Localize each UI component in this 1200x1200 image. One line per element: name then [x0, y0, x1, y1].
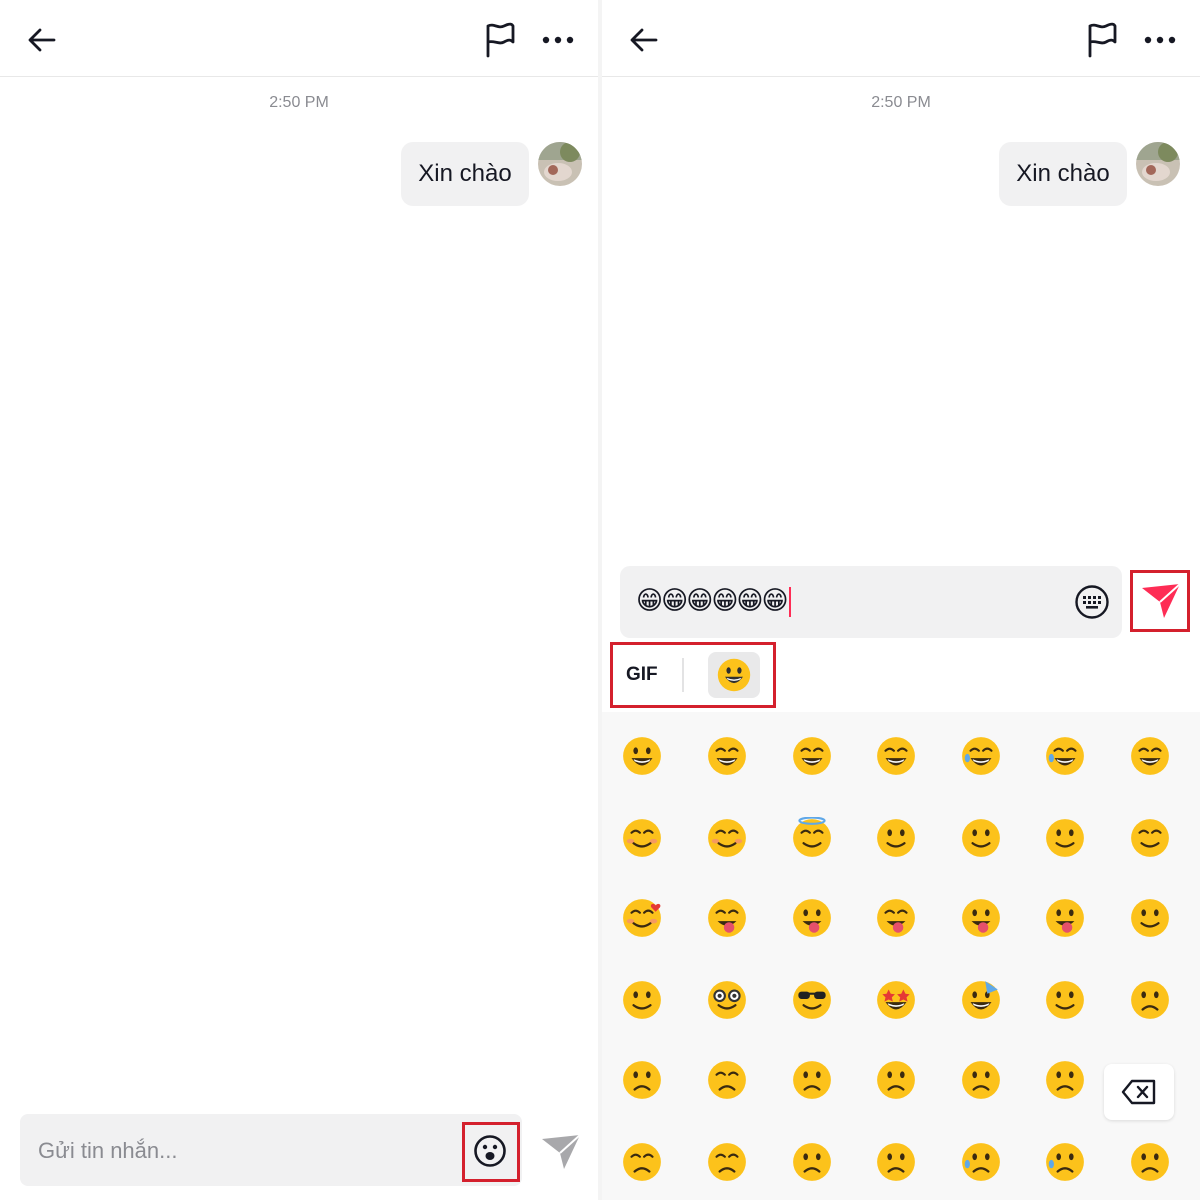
emoji-wink-tongue-icon[interactable] [951, 888, 1011, 948]
emoji-squint-tongue-icon[interactable] [866, 888, 926, 948]
message-input-placeholder: Gửi tin nhắn... [38, 1138, 178, 1163]
emoji-tongue-icon[interactable] [782, 888, 842, 948]
keyboard-icon [1075, 585, 1109, 619]
emoji-relaxed-icon[interactable] [612, 808, 672, 868]
flag-icon [486, 22, 515, 58]
emoji-sunglasses-icon[interactable] [782, 970, 842, 1030]
emoji-raised-eyebrow-icon[interactable] [1120, 888, 1180, 948]
emoji-pleading-icon[interactable] [866, 1132, 926, 1192]
emoji-confused-icon[interactable] [866, 1050, 926, 1110]
emoji-worried-icon[interactable] [782, 1050, 842, 1110]
emoji-smile-icon[interactable] [697, 726, 757, 786]
emoji-laughing-icon[interactable] [866, 726, 926, 786]
avatar[interactable] [538, 142, 582, 186]
more-button[interactable] [1138, 18, 1182, 62]
emoji-pensive-icon[interactable] [697, 1050, 757, 1110]
emoji-wink-icon[interactable] [1035, 808, 1095, 868]
emoji-relieved-icon[interactable] [1120, 808, 1180, 868]
emoji-triumph-icon[interactable] [1120, 1132, 1180, 1192]
report-button[interactable] [1080, 18, 1124, 62]
emoji-frowning-icon[interactable] [1035, 1050, 1095, 1110]
emoji-unamused-icon[interactable] [1120, 970, 1180, 1030]
emoji-picker [602, 712, 1200, 1200]
picker-tabs: GIF [610, 644, 774, 706]
tab-emoji[interactable] [708, 652, 760, 698]
back-arrow-icon [630, 28, 658, 52]
backspace-icon [1121, 1079, 1156, 1105]
more-button[interactable] [536, 18, 580, 62]
more-icon [1144, 36, 1176, 44]
report-button[interactable] [478, 18, 522, 62]
send-icon [542, 1134, 581, 1169]
emoji-slight-smile-icon[interactable] [866, 808, 926, 868]
send-button[interactable] [538, 1130, 584, 1174]
emoji-rofl-icon[interactable] [1120, 726, 1180, 786]
message-input-value: 😁😁😁😁😁😁 [636, 586, 791, 617]
emoji-star-struck-icon[interactable] [866, 970, 926, 1030]
emoji-tired-icon[interactable] [697, 1132, 757, 1192]
emoji-monocle-icon[interactable] [612, 970, 672, 1030]
message-timestamp: 2:50 PM [269, 94, 329, 111]
emoji-weary-icon[interactable] [782, 1132, 842, 1192]
flag-icon [1088, 22, 1117, 58]
emoji-smiling-hearts-icon[interactable] [612, 888, 672, 948]
message-timestamp: 2:50 PM [871, 94, 931, 111]
backspace-button[interactable] [1104, 1064, 1174, 1120]
back-arrow-icon [28, 28, 56, 52]
send-button[interactable] [1138, 578, 1184, 624]
emoji-disappointed-icon[interactable] [612, 1050, 672, 1110]
emoji-zany-icon[interactable] [1035, 888, 1095, 948]
more-icon [542, 36, 574, 44]
emoji-smirk-icon[interactable] [1035, 970, 1095, 1030]
tab-gif[interactable]: GIF [626, 664, 658, 686]
emoji-grin-icon[interactable] [782, 726, 842, 786]
emoji-upside-down-icon[interactable] [951, 808, 1011, 868]
emoji-nerd-icon[interactable] [697, 970, 757, 1030]
emoji-sob-icon[interactable] [1035, 1132, 1095, 1192]
emoji-toggle-button[interactable] [462, 1122, 518, 1180]
avatar[interactable] [1136, 142, 1180, 186]
emoji-grinning-icon[interactable] [612, 726, 672, 786]
text-caret [788, 586, 791, 617]
grinning-face-icon [717, 658, 751, 692]
emoji-yum-icon[interactable] [697, 888, 757, 948]
emoji-innocent-icon[interactable] [782, 808, 842, 868]
send-icon [1142, 583, 1181, 618]
back-button[interactable] [624, 20, 664, 60]
emoji-icon [474, 1135, 506, 1167]
chat-screen-right: 2:50 PM Xin chào 😁😁😁😁😁😁 GIF [602, 0, 1200, 1200]
emoji-joy-icon[interactable] [1035, 726, 1095, 786]
back-button[interactable] [22, 20, 62, 60]
top-bar [0, 0, 598, 77]
emoji-confounded-icon[interactable] [612, 1132, 672, 1192]
emoji-blush-icon[interactable] [697, 808, 757, 868]
emoji-slight-frown-icon[interactable] [951, 1050, 1011, 1110]
emoji-cry-icon[interactable] [951, 1132, 1011, 1192]
message-input[interactable]: Gửi tin nhắn... [20, 1114, 522, 1186]
top-bar [602, 0, 1200, 77]
message-bubble[interactable]: Xin chào [401, 142, 529, 206]
emoji-sweat-smile-icon[interactable] [951, 726, 1011, 786]
chat-screen-left: 2:50 PM Xin chào Gửi tin nhắn... [0, 0, 598, 1200]
tab-divider [682, 658, 684, 692]
keyboard-toggle-button[interactable] [1074, 584, 1110, 620]
emoji-partying-icon[interactable] [951, 970, 1011, 1030]
message-input[interactable]: 😁😁😁😁😁😁 [620, 566, 1122, 638]
message-bubble[interactable]: Xin chào [999, 142, 1127, 206]
